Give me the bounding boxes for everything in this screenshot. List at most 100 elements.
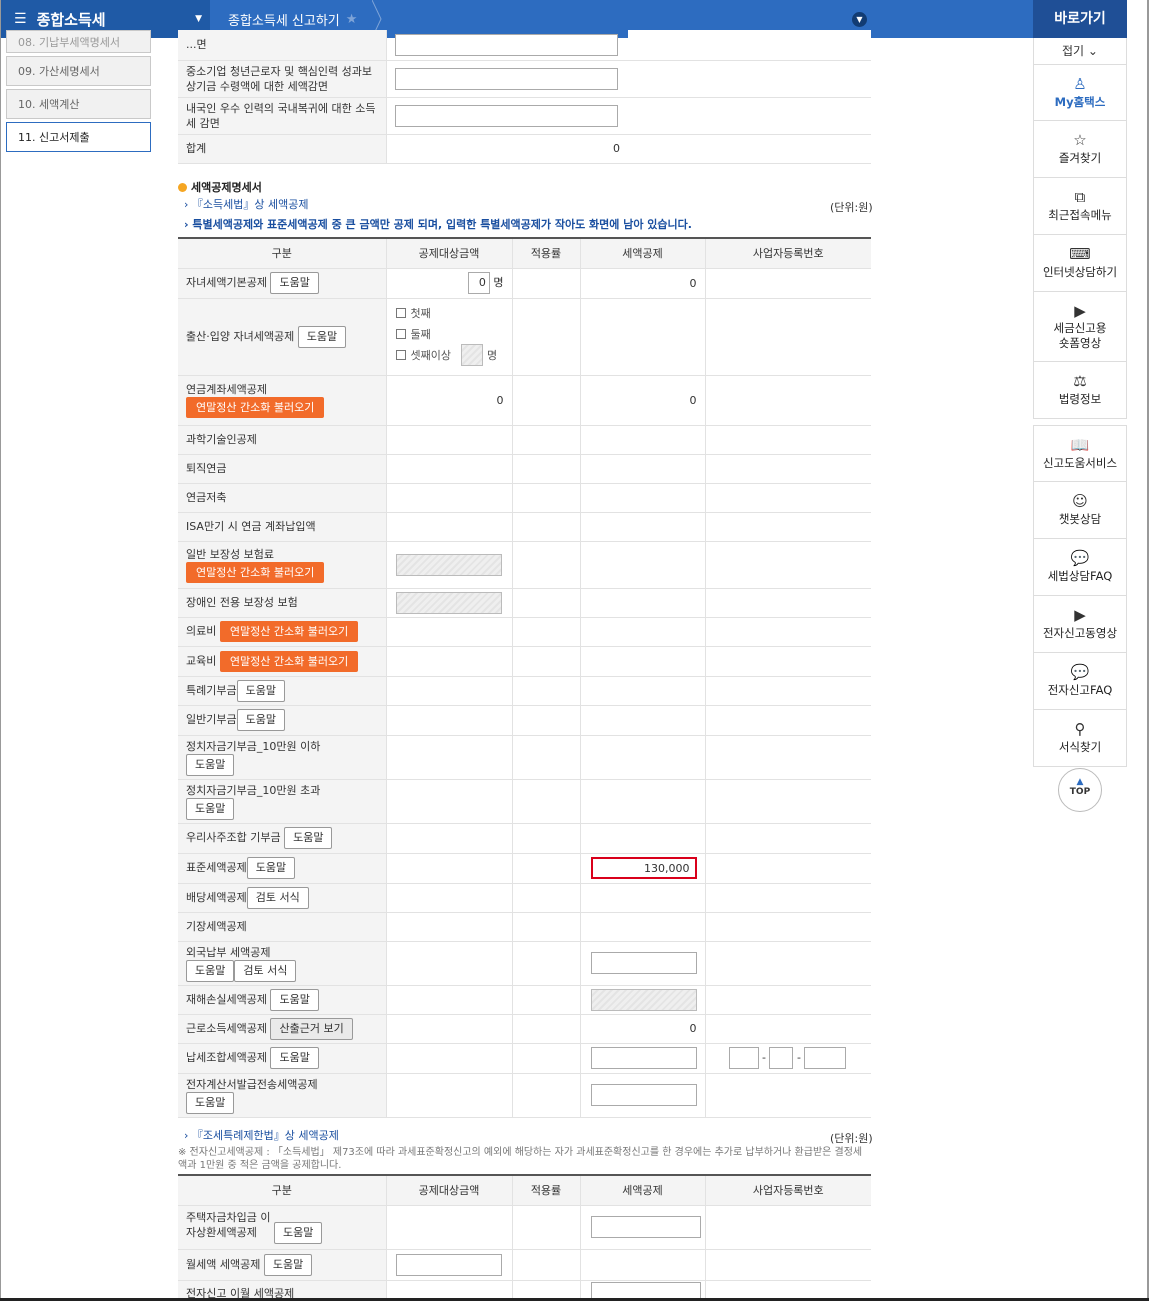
scroll-top-button[interactable]: ▲ TOP <box>1058 768 1102 812</box>
help-button[interactable]: 도움말 <box>186 753 235 776</box>
quick-menu-panel: 바로가기 접기 ⌄ ♙ My홈택스 ☆ 즐겨찾기 ⧉ 최근접속메뉴 ⌨ 인터넷상담하기 … <box>1033 0 1127 767</box>
bizno-part1-input[interactable] <box>728 1047 759 1069</box>
monthly-rent-amount-input[interactable] <box>395 1253 502 1276</box>
special-tax-law-link[interactable]: › 『조세특례제한법』상 세액공제 <box>184 1127 339 1143</box>
quick-item-online-consult[interactable]: ⌨ 인터넷상담하기 <box>1033 235 1127 292</box>
step-item-08[interactable]: 08. 기납부세액명세서 <box>6 30 151 53</box>
quick-menu-title: 바로가기 <box>1033 0 1127 38</box>
foreign-tax-credit-input[interactable] <box>590 952 697 974</box>
help-button[interactable]: 도움말 <box>246 857 296 879</box>
search-icon: ⚲ <box>1074 720 1086 738</box>
disaster-credit-input <box>590 988 697 1011</box>
step-label: 09. 가산세명세서 <box>18 65 100 78</box>
help-button[interactable]: 도움말 <box>186 797 235 820</box>
row-label: 연금계좌세액공제 <box>186 383 267 396</box>
row-label: 외국납부 세액공제 <box>186 945 271 959</box>
quick-item-my-hometax[interactable]: ♙ My홈택스 <box>1033 64 1127 121</box>
tax-union-credit-input[interactable] <box>590 1047 697 1069</box>
quick-item-efiling-faq[interactable]: 💬 전자신고FAQ <box>1033 653 1127 710</box>
special-credit-table: 구분 공제대상금액 적용률 세액공제 사업자등록번호 주택자금차입금 이자상환세… <box>178 1174 871 1301</box>
child-count-input[interactable]: 0 <box>467 272 490 294</box>
row-label: 월세액 세액공제 <box>186 1257 261 1271</box>
total-value: 0 <box>386 134 628 164</box>
quick-item-recent-menu[interactable]: ⧉ 최근접속메뉴 <box>1033 178 1127 235</box>
row-label: 정치자금기부금_10만원 초과 <box>186 783 321 797</box>
review-form-button[interactable]: 검토 서식 <box>234 959 297 982</box>
row-label: 정치자금기부금_10만원 이하 <box>186 739 321 753</box>
row-label: 일반 보장성 보험료 <box>186 547 274 561</box>
bizno-part3-input[interactable] <box>804 1047 847 1069</box>
housing-loan-credit-input[interactable] <box>590 1216 701 1238</box>
table-row: 연금계좌세액공제 연말정산 간소화 불러오기 0 0 <box>178 375 871 426</box>
help-button[interactable]: 도움말 <box>236 679 285 702</box>
row-label: 납세조합세액공제 <box>186 1051 267 1064</box>
import-simple-button[interactable]: 연말정산 간소화 불러오기 <box>219 650 359 672</box>
help-button[interactable]: 도움말 <box>270 1047 319 1069</box>
caret-down-icon: ▼ <box>195 14 202 24</box>
column-header: 사업자등록번호 <box>705 238 871 269</box>
quick-item-efiling-video[interactable]: ▶ 전자신고동영상 <box>1033 596 1127 653</box>
bullet-icon <box>178 183 187 192</box>
quick-item-form-search[interactable]: ⚲ 서식찾기 <box>1033 710 1127 767</box>
chat-icon: 💬 <box>1070 663 1090 681</box>
row-label: 과학기술인공제 <box>186 433 257 446</box>
help-button[interactable]: 도움말 <box>186 959 235 982</box>
amount-input[interactable] <box>394 104 618 127</box>
step-item-11[interactable]: 11. 신고서제출 <box>6 122 151 152</box>
row-label: 자녀세액기본공제 <box>186 276 267 289</box>
help-button[interactable]: 도움말 <box>270 988 319 1011</box>
review-form-button[interactable]: 검토 서식 <box>246 886 309 909</box>
quick-item-law-info[interactable]: ⚖ 법령정보 <box>1033 362 1127 419</box>
row-label: 연금저축 <box>186 491 227 504</box>
book-icon: 📖 <box>1070 436 1090 454</box>
help-button[interactable]: 도움말 <box>236 709 285 731</box>
quick-item-chatbot[interactable]: ☺ 챗봇상담 <box>1033 482 1127 539</box>
row-label: 근로소득세액공제 <box>186 1021 267 1035</box>
calc-basis-button[interactable]: 산출근거 보기 <box>270 1017 353 1040</box>
person-icon: ♙ <box>1073 75 1087 93</box>
standard-credit-input[interactable]: 130,000 <box>590 857 697 879</box>
help-button[interactable]: 도움말 <box>186 1091 235 1114</box>
notice-text: › 특별세액공제와 표준세액공제 중 큰 금액만 공제 되며, 입력한 특별세액… <box>184 218 692 231</box>
amount-input[interactable] <box>394 33 618 56</box>
quick-item-favorites[interactable]: ☆ 즐겨찾기 <box>1033 121 1127 178</box>
row-label: 내국인 우수 인력의 국내복귀에 대한 소득세 감면 <box>178 97 387 135</box>
help-button[interactable]: 도움말 <box>284 827 333 849</box>
quick-item-filing-help[interactable]: 📖 신고도움서비스 <box>1033 425 1127 482</box>
chevron-down-icon[interactable]: ▼ <box>852 12 867 27</box>
row-label: 재해손실세액공제 <box>186 992 267 1006</box>
amount-input[interactable] <box>394 67 618 90</box>
e-invoice-credit-input[interactable] <box>590 1084 697 1106</box>
import-simple-button[interactable]: 연말정산 간소화 불러오기 <box>186 561 325 583</box>
unit-label: (단위:원) <box>830 201 873 214</box>
import-simple-button[interactable]: 연말정산 간소화 불러오기 <box>186 397 325 418</box>
insurance-amount-input <box>395 553 502 576</box>
star-icon[interactable]: ★ <box>346 12 358 27</box>
help-button[interactable]: 도움말 <box>263 1253 313 1276</box>
unit-label: (단위:원) <box>830 1132 873 1145</box>
play-icon: ▶ <box>1074 302 1086 320</box>
income-tax-law-link[interactable]: › 『소득세법』상 세액공제 <box>184 196 308 212</box>
step-item-09[interactable]: 09. 가산세명세서 <box>6 56 151 86</box>
help-button[interactable]: 도움말 <box>270 272 319 294</box>
separator-text: - <box>762 1051 766 1064</box>
second-child-checkbox[interactable]: 둘째 <box>395 324 512 345</box>
quick-item-tax-faq[interactable]: 💬 세법상담FAQ <box>1033 539 1127 596</box>
total-label: 합계 <box>178 134 387 164</box>
breadcrumb-label: 종합소득세 신고하기 <box>228 13 340 29</box>
quick-item-shortform-video[interactable]: ▶ 세금신고용 숏폼영상 <box>1033 292 1127 362</box>
row-label: 장애인 전용 보장성 보험 <box>186 596 298 609</box>
import-simple-button[interactable]: 연말정산 간소화 불러오기 <box>219 621 359 642</box>
chatbot-icon: ☺ <box>1072 492 1088 510</box>
gavel-icon: ⚖ <box>1073 372 1087 390</box>
amount-value: 0 <box>386 375 513 426</box>
help-button[interactable]: 도움말 <box>297 325 347 348</box>
third-child-checkbox[interactable]: 셋째이상 명 <box>395 344 512 366</box>
bizno-part2-input[interactable] <box>769 1047 794 1069</box>
tax-credit-table: 구분 공제대상금액 적용률 세액공제 사업자등록번호 자녀세액기본공제 도움말 … <box>178 237 871 1118</box>
first-child-checkbox[interactable]: 첫째 <box>395 303 512 324</box>
step-item-10[interactable]: 10. 세액계산 <box>6 89 151 119</box>
help-button[interactable]: 도움말 <box>274 1222 323 1244</box>
row-label: 퇴직연금 <box>186 462 227 475</box>
fold-button[interactable]: 접기 ⌄ <box>1033 38 1127 64</box>
